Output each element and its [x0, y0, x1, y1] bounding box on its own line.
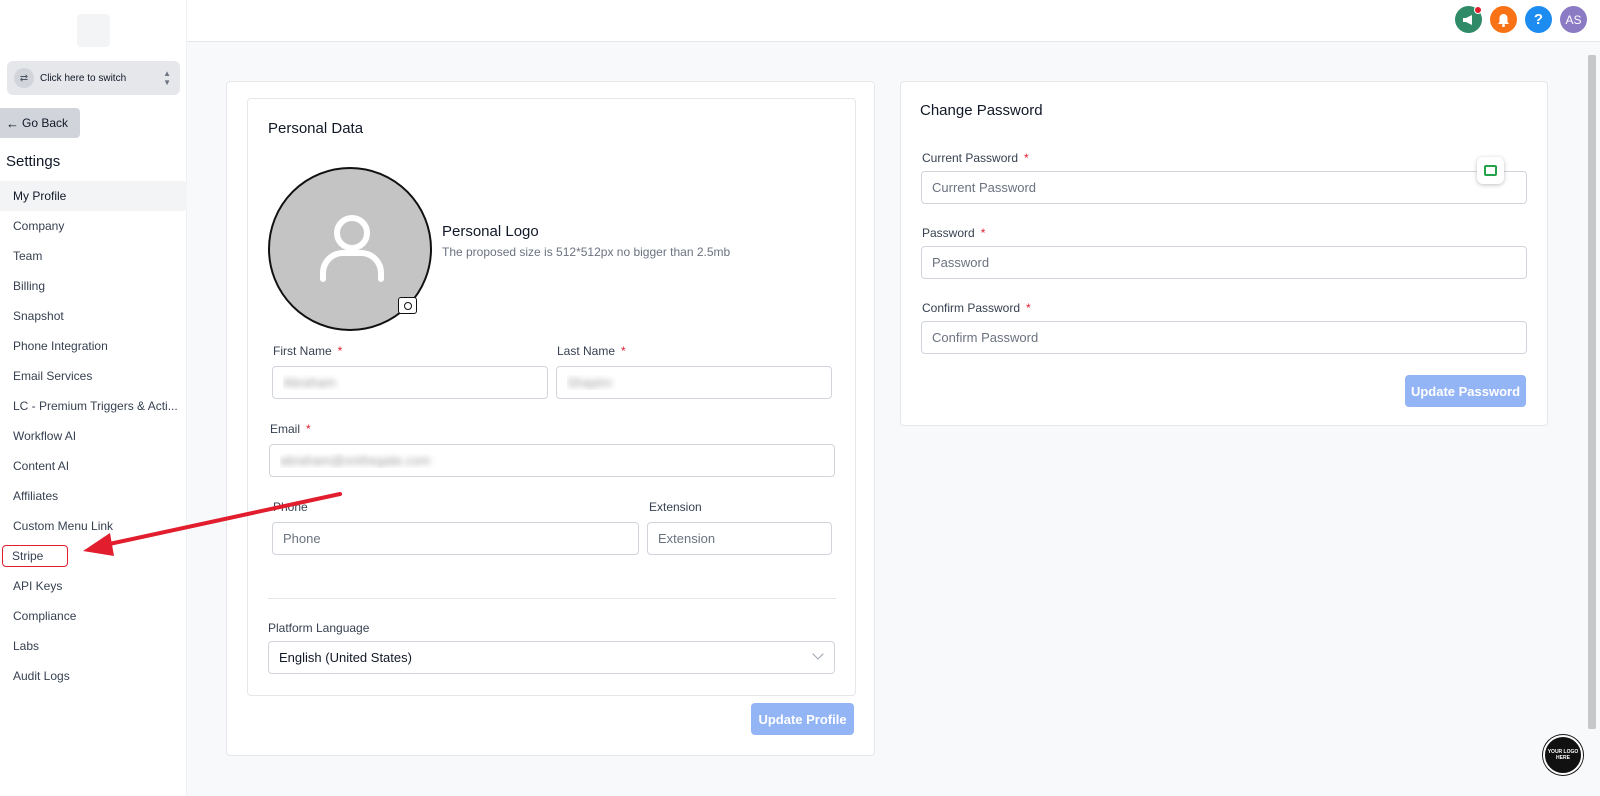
sidebar-item-label: Team	[13, 249, 43, 263]
sidebar-item-affiliates[interactable]: Affiliates	[0, 481, 187, 511]
sidebar-item-label: Content AI	[13, 459, 70, 473]
personal-data-title: Personal Data	[268, 120, 364, 137]
arrow-left-icon: ←	[6, 115, 19, 131]
sidebar-item-label: Company	[13, 219, 65, 233]
sidebar-item-label: Compliance	[13, 609, 77, 623]
camera-icon[interactable]	[398, 297, 417, 314]
email-label: Email *	[270, 422, 311, 436]
last-name-input[interactable]	[556, 366, 832, 399]
sidebar-item-label: Affiliates	[13, 489, 59, 503]
confirm-password-input[interactable]	[921, 321, 1527, 354]
extension-label: Extension	[649, 500, 702, 514]
phone-label: Phone	[273, 500, 308, 514]
email-label-text: Email	[270, 422, 301, 436]
required-mark: *	[1026, 301, 1031, 315]
help-icon[interactable]: ?	[1525, 6, 1552, 33]
platform-language-label: Platform Language	[268, 621, 370, 635]
sidebar-item-email-services[interactable]: Email Services	[0, 361, 187, 391]
last-name-label-text: Last Name	[557, 344, 616, 358]
phone-input[interactable]	[272, 522, 639, 555]
sidebar-item-label: Custom Menu Link	[13, 519, 114, 533]
sidebar-item-phone-integration[interactable]: Phone Integration	[0, 331, 187, 361]
sidebar-item-team[interactable]: Team	[0, 241, 187, 271]
sidebar-item-company[interactable]: Company	[0, 211, 187, 241]
help-glyph: ?	[1533, 11, 1544, 28]
sidebar-item-labs[interactable]: Labs	[0, 631, 187, 661]
sidebar-item-workflow-ai[interactable]: Workflow AI	[0, 421, 187, 451]
sidebar-item-api-keys[interactable]: API Keys	[0, 571, 187, 601]
required-mark: *	[621, 344, 626, 358]
sidebar-item-label: Email Services	[13, 369, 93, 383]
top-bar: ? AS	[187, 0, 1600, 42]
sidebar-item-label: Stripe	[2, 545, 69, 567]
extension-input[interactable]	[647, 522, 832, 555]
go-back-button[interactable]: ← Go Back	[0, 108, 80, 138]
sidebar-item-label: Workflow AI	[13, 429, 77, 443]
user-avatar[interactable]: AS	[1560, 6, 1587, 33]
password-label-text: Password	[922, 226, 975, 240]
password-input[interactable]	[921, 246, 1527, 279]
platform-language-select[interactable]: English (United States)	[268, 641, 835, 674]
sidebar-item-label: LC - Premium Triggers & Acti...	[13, 399, 178, 413]
required-mark: *	[1024, 151, 1029, 165]
sidebar-item-label: Labs	[13, 639, 40, 653]
email-input[interactable]	[269, 444, 835, 477]
required-mark: *	[980, 226, 986, 240]
current-password-label: Current Password *	[922, 151, 1029, 165]
sidebar-item-label: Snapshot	[13, 309, 64, 323]
password-manager-icon[interactable]	[1477, 157, 1504, 184]
sidebar-item-audit-logs[interactable]: Audit Logs	[0, 661, 187, 691]
account-switcher[interactable]: ⇄ Click here to switch ▲ ▼	[7, 61, 180, 95]
platform-language-value: English (United States)	[279, 650, 412, 665]
company-logo	[77, 14, 110, 47]
update-profile-button[interactable]: Update Profile	[751, 703, 854, 735]
sidebar-item-content-ai[interactable]: Content AI	[0, 451, 187, 481]
notification-dot	[1474, 6, 1482, 14]
megaphone-icon[interactable]	[1455, 6, 1482, 33]
avatar-initials: AS	[1565, 12, 1582, 27]
page-scrollbar[interactable]	[1588, 55, 1596, 729]
sidebar-item-label: Phone Integration	[13, 339, 108, 353]
settings-nav: My Profile Company Team Billing Snapshot…	[0, 181, 187, 691]
sidebar-item-label: My Profile	[13, 189, 67, 203]
sidebar-item-custom-menu-link[interactable]: Custom Menu Link	[0, 511, 187, 541]
sidebar-item-compliance[interactable]: Compliance	[0, 601, 187, 631]
sidebar-item-label: Audit Logs	[13, 669, 70, 683]
section-divider	[268, 598, 836, 599]
required-mark: *	[337, 344, 343, 358]
first-name-input[interactable]	[272, 366, 548, 399]
go-back-label: Go Back	[22, 116, 69, 130]
personal-logo-title: Personal Logo	[442, 223, 539, 240]
sidebar-item-premium-triggers[interactable]: LC - Premium Triggers & Acti...	[0, 391, 187, 421]
first-name-label: First Name *	[273, 344, 342, 358]
required-mark: *	[306, 422, 311, 436]
personal-logo-hint: The proposed size is 512*512px no bigger…	[442, 245, 731, 259]
bell-icon[interactable]	[1490, 6, 1517, 33]
switch-icon: ⇄	[14, 68, 34, 88]
sidebar-item-stripe[interactable]: Stripe	[0, 541, 187, 571]
sidebar-item-snapshot[interactable]: Snapshot	[0, 301, 187, 331]
confirm-password-label-text: Confirm Password	[922, 301, 1021, 315]
password-label: Password *	[922, 226, 985, 240]
sidebar: ⇄ Click here to switch ▲ ▼ ← Go Back Sett…	[0, 0, 187, 796]
change-password-title: Change Password	[920, 102, 1043, 119]
confirm-password-label: Confirm Password *	[922, 301, 1031, 315]
settings-title: Settings	[6, 153, 61, 170]
chevron-up-down-icon: ▲ ▼	[163, 69, 171, 87]
chat-widget-logo[interactable]: YOUR LOGO HERE	[1543, 735, 1583, 775]
last-name-label: Last Name *	[557, 344, 626, 358]
sidebar-item-label: Billing	[13, 279, 46, 293]
update-password-button[interactable]: Update Password	[1405, 375, 1526, 407]
sidebar-item-my-profile[interactable]: My Profile	[0, 181, 187, 211]
current-password-input[interactable]	[921, 171, 1527, 204]
sidebar-item-label: API Keys	[13, 579, 63, 593]
sidebar-item-billing[interactable]: Billing	[0, 271, 187, 301]
first-name-label-text: First Name	[273, 344, 332, 358]
current-password-label-text: Current Password	[922, 151, 1019, 165]
switcher-label: Click here to switch	[40, 72, 127, 84]
